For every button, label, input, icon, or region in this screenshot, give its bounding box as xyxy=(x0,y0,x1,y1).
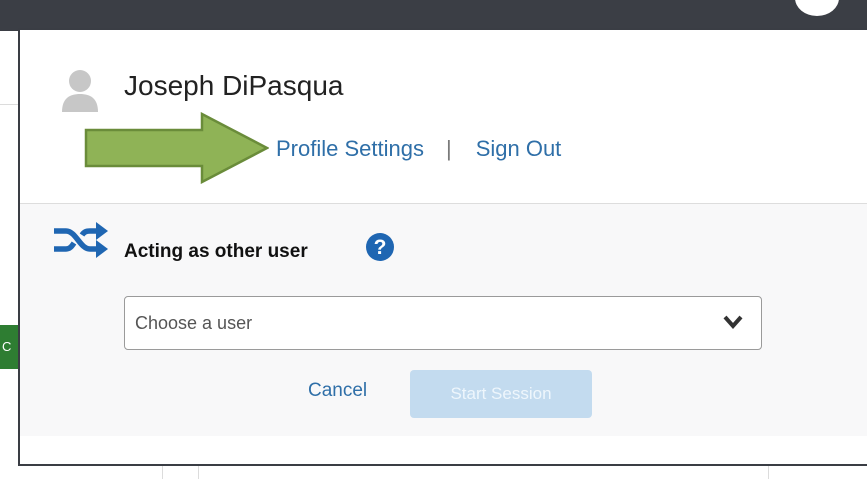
help-icon[interactable]: ? xyxy=(365,232,395,262)
link-separator: | xyxy=(445,136,452,161)
chevron-down-icon[interactable] xyxy=(723,315,743,329)
profile-links: Profile Settings | Sign Out xyxy=(276,136,561,162)
bottom-section xyxy=(20,436,867,464)
select-placeholder: Choose a user xyxy=(135,313,253,333)
user-avatar-icon xyxy=(62,70,98,112)
cancel-button[interactable]: Cancel xyxy=(308,380,367,402)
section-title: Acting as other user xyxy=(124,241,308,262)
green-arrow-icon xyxy=(84,112,269,184)
background-column-line xyxy=(198,466,199,479)
background-column-line xyxy=(768,466,769,479)
background-divider xyxy=(0,104,18,105)
background-green-tab[interactable]: C xyxy=(0,325,18,369)
choose-user-select[interactable]: Choose a user xyxy=(124,296,762,350)
profile-settings-link[interactable]: Profile Settings xyxy=(276,136,424,161)
profile-section: Joseph DiPasqua Profile Settings | Sign Ou… xyxy=(20,30,867,203)
user-name: Joseph DiPasqua xyxy=(124,70,344,101)
svg-text:?: ? xyxy=(374,236,387,259)
start-session-button[interactable]: Start Session xyxy=(410,370,592,418)
top-bar xyxy=(0,0,867,31)
shuffle-icon xyxy=(54,222,108,258)
acting-as-section: Acting as other user ? Choose a user Can… xyxy=(20,204,867,436)
background-column-line xyxy=(162,466,163,479)
profile-popup: Joseph DiPasqua Profile Settings | Sign Ou… xyxy=(18,28,867,466)
sign-out-link[interactable]: Sign Out xyxy=(476,136,562,161)
